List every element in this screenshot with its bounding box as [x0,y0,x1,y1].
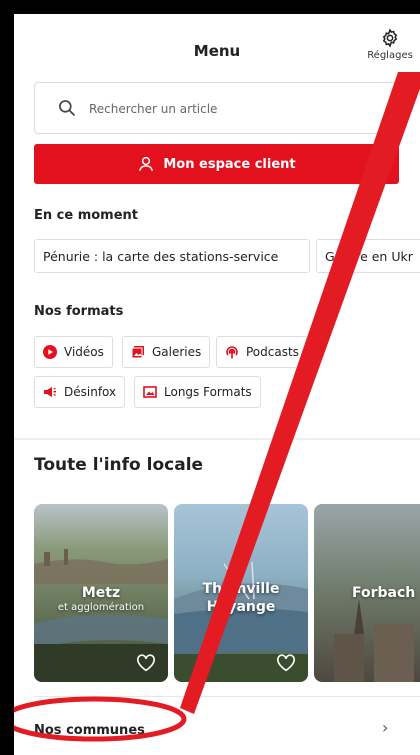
search-box[interactable] [34,82,399,134]
moment-chip-guerre[interactable]: Guerre en Ukr [316,239,420,273]
card-city-name: Thionville Hayange [202,581,280,615]
card-city-name: Metz [81,585,121,601]
nos-communes-link[interactable]: Nos communes [34,723,145,738]
format-podcasts[interactable]: Podcasts [216,336,308,368]
long-format-icon [143,386,157,398]
local-card-thionville[interactable]: Thionville Hayange [174,504,308,682]
menu-screen: Menu Réglages Mon espace client En ce mo… [14,14,420,755]
format-label: Podcasts [246,345,299,359]
user-icon [139,156,154,171]
settings-label: Réglages [367,50,413,61]
local-card-metz[interactable]: Metz et agglomération [34,504,168,682]
format-label: Galeries [152,345,202,359]
format-galeries[interactable]: Galeries [122,336,211,368]
moment-chip-penurie[interactable]: Pénurie : la carte des stations-service [34,239,310,273]
moment-chip-label: Guerre en Ukr [325,248,413,264]
search-icon [59,100,76,117]
chevron-right-icon[interactable]: › [382,718,388,737]
format-label: Vidéos [64,345,104,359]
client-space-label: Mon espace client [163,156,296,172]
heart-icon[interactable] [276,654,296,672]
card-city-subtitle: et agglomération [57,602,145,613]
heart-icon[interactable] [136,654,156,672]
format-longs-formats[interactable]: Longs Formats [134,376,261,408]
gallery-icon [131,346,144,359]
format-desinfox[interactable]: Désinfox [34,376,126,408]
card-city-name: Forbach [352,585,416,601]
megaphone-icon [44,387,56,397]
play-icon [43,345,57,359]
moment-title: En ce moment [34,208,139,223]
client-space-button[interactable]: Mon espace client [34,144,399,184]
formats-title: Nos formats [34,304,124,319]
section-separator [14,438,420,440]
header: Menu Réglages [14,14,420,76]
gear-icon [382,28,398,48]
format-label: Désinfox [64,385,117,399]
podcast-icon [226,346,238,359]
settings-button[interactable]: Réglages [362,28,418,61]
page-title: Menu [193,42,241,60]
local-info-title: Toute l'info locale [34,455,204,475]
format-videos[interactable]: Vidéos [34,336,113,368]
search-input[interactable] [87,97,381,121]
list-divider [34,696,420,697]
format-label: Longs Formats [164,385,252,399]
moment-chip-label: Pénurie : la carte des stations-service [43,248,279,264]
local-card-forbach[interactable]: Forbach [314,504,420,682]
